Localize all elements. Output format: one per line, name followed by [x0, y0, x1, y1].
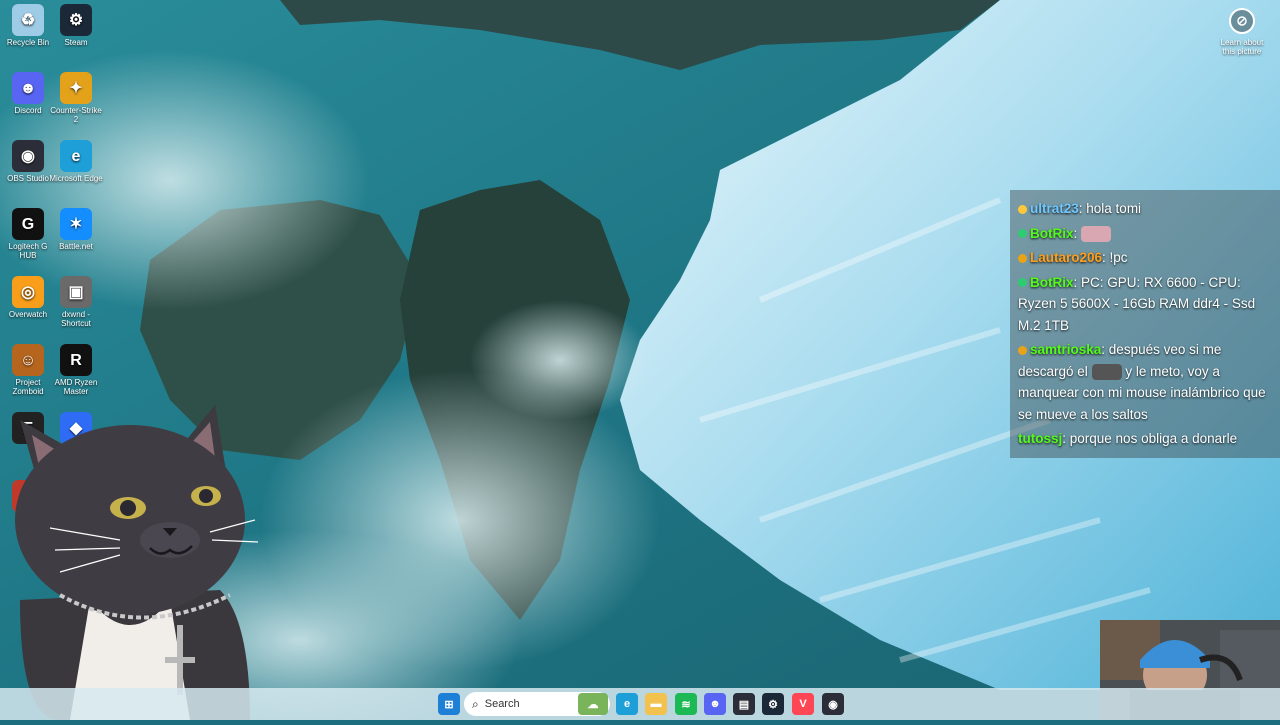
- edge-icon: e: [60, 140, 92, 172]
- explorer-taskbar[interactable]: ▬: [645, 693, 667, 715]
- desktop-icon-label: Microsoft Edge: [49, 174, 103, 183]
- chat-message: Lautaro206: !pc: [1018, 247, 1274, 269]
- chat-username[interactable]: BotRix: [1030, 226, 1074, 241]
- chat-username[interactable]: ultrat23: [1030, 201, 1079, 216]
- chat-badge-icon: [1018, 278, 1027, 288]
- chat-username[interactable]: BotRix: [1030, 275, 1074, 290]
- edge-icon: e: [623, 698, 631, 710]
- chat-message: BotRix: PC: GPU: RX 6600 - CPU: Ryzen 5 …: [1018, 272, 1274, 337]
- chat-username[interactable]: samtrioska: [1030, 342, 1101, 357]
- spotify-icon: ≋: [681, 698, 691, 711]
- discord-icon: ☻: [709, 698, 721, 710]
- battlenet-icon: ✶: [60, 208, 92, 240]
- chat-username[interactable]: tutossj: [1018, 431, 1062, 446]
- valorant-taskbar[interactable]: V: [792, 693, 814, 715]
- obs-icon: ◉: [828, 698, 838, 711]
- desktop-icon-battlenet[interactable]: ✶ Battle.net: [48, 204, 104, 251]
- desktop-icon-steam[interactable]: ⚙ Steam: [48, 0, 104, 47]
- ryzen-icon: R: [60, 344, 92, 376]
- discord-icon: ☻: [12, 72, 44, 104]
- chat-message-text: : hola tomi: [1078, 201, 1142, 216]
- desktop-icon-label: Counter-Strike 2: [50, 106, 102, 124]
- chat-message: samtrioska: después veo si me descargó e…: [1018, 339, 1274, 425]
- taskbar: ⌕ Search ⊞ ☁ e ▬ ≋ ☻ ▤ ⚙ V ◉: [0, 688, 1280, 720]
- obs-taskbar[interactable]: ▤: [733, 693, 755, 715]
- cat-character-overlay: [0, 400, 260, 720]
- chat-emote-icon: [1081, 225, 1112, 242]
- desktop-icon-counter-strike[interactable]: ✦ Counter-Strike 2: [48, 68, 104, 124]
- desktop-icon-label: dxwnd - Shortcut: [61, 310, 91, 328]
- steam-icon: ⚙: [60, 4, 92, 36]
- valorant-icon: V: [799, 698, 807, 710]
- chat-message-text: : porque nos obliga a donarle: [1062, 431, 1238, 446]
- search-placeholder: Search: [484, 698, 520, 710]
- folder-icon: ▬: [650, 698, 662, 710]
- chat-message: ultrat23: hola tomi: [1018, 198, 1274, 220]
- start-button[interactable]: ⊞: [438, 693, 460, 715]
- chat-username[interactable]: Lautaro206: [1030, 250, 1102, 265]
- counter-strike-icon: ✦: [60, 72, 92, 104]
- spotify-taskbar[interactable]: ≋: [675, 693, 697, 715]
- chat-badge-icon: [1018, 253, 1027, 263]
- chat-badge-icon: [1018, 204, 1027, 214]
- chat-emote-icon: [1091, 363, 1122, 380]
- chat-message-text: : !pc: [1102, 250, 1128, 265]
- chat-message: tutossj: porque nos obliga a donarle: [1018, 428, 1274, 450]
- desktop-icon-label: Steam: [64, 38, 88, 47]
- obs-icon: ◉: [12, 140, 44, 172]
- dxwnd-icon: ▣: [60, 276, 92, 308]
- learn-about-picture-label: Learn about this picture: [1220, 38, 1264, 56]
- stream-chat-overlay: ultrat23: hola tomi BotRix: Lautaro206: !…: [1010, 190, 1280, 458]
- camera-icon: [1229, 8, 1255, 34]
- learn-about-picture-button[interactable]: Learn about this picture: [1216, 8, 1268, 56]
- zomboid-icon: ☺: [12, 344, 44, 376]
- desktop-icon-label: Battle.net: [59, 242, 93, 251]
- desktop-icon-dxwnd[interactable]: ▣ dxwnd - Shortcut: [48, 272, 104, 328]
- obs-studio-taskbar[interactable]: ◉: [822, 693, 844, 715]
- steam-taskbar[interactable]: ⚙: [762, 693, 784, 715]
- chat-badge-icon: [1018, 345, 1027, 355]
- widgets-button[interactable]: ☁: [578, 693, 608, 715]
- weather-icon: ☁: [587, 698, 599, 711]
- desktop-icon-label: AMD Ryzen Master: [54, 378, 98, 396]
- recycle-bin-icon: ♻: [12, 4, 44, 36]
- chat-message-text: :: [1073, 225, 1078, 241]
- edge-taskbar[interactable]: e: [616, 693, 638, 715]
- windows-icon: ⊞: [444, 698, 454, 711]
- discord-taskbar[interactable]: ☻: [704, 693, 726, 715]
- steam-icon: ⚙: [768, 698, 778, 711]
- overwatch-icon: ◎: [12, 276, 44, 308]
- app-icon: ▤: [738, 698, 750, 711]
- chat-message: BotRix:: [1018, 223, 1274, 245]
- search-icon: ⌕: [472, 696, 479, 711]
- desktop-icon-edge[interactable]: e Microsoft Edge: [48, 136, 104, 183]
- desktop-icon-ryzen[interactable]: R AMD Ryzen Master: [48, 340, 104, 396]
- chat-badge-icon: [1018, 229, 1027, 239]
- logitech-icon: G: [12, 208, 44, 240]
